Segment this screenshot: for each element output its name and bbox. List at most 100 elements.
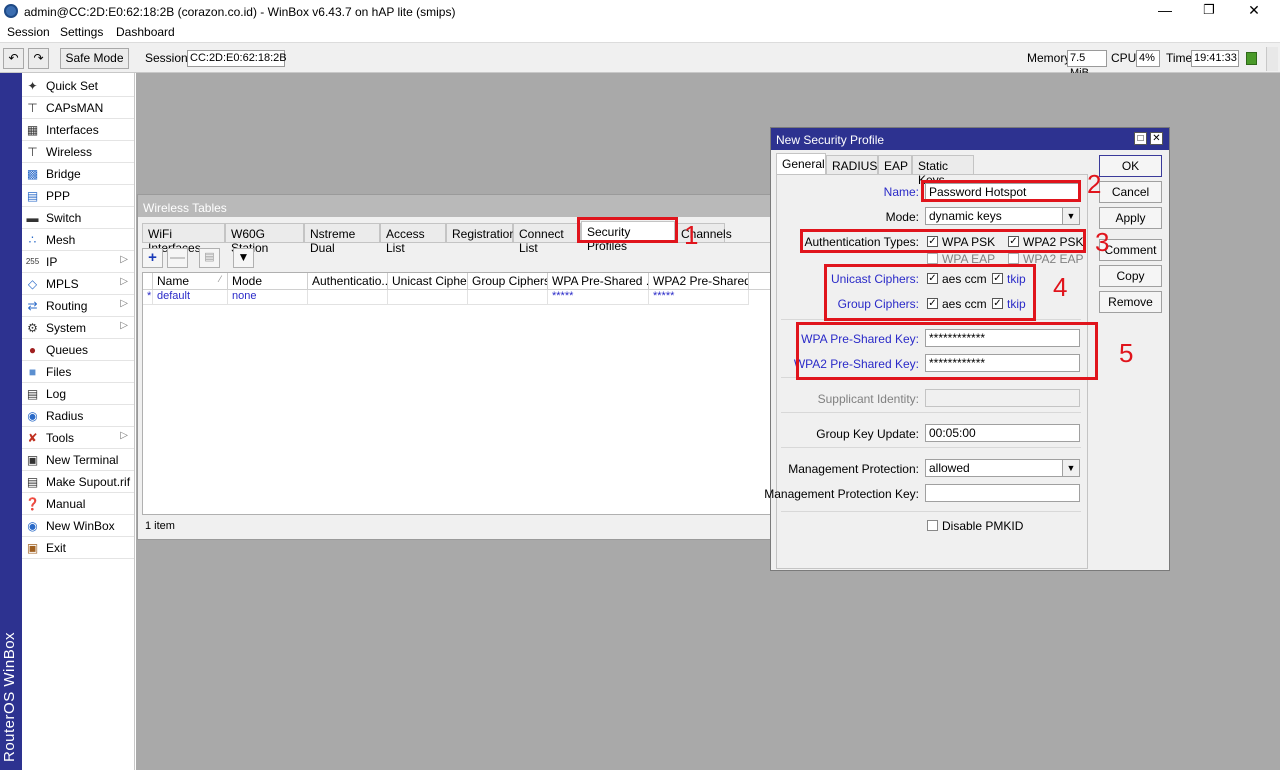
ip-icon: 255 (25, 257, 40, 266)
security-profiles-table: Name ⁄ Mode Authenticatio... Unicast Ciph… (142, 272, 775, 515)
tab-eap[interactable]: EAP (878, 155, 912, 175)
section-divider (781, 412, 1081, 413)
apply-button[interactable]: Apply (1099, 207, 1162, 229)
sidebar-item-label: System (46, 321, 87, 335)
tools-icon: ✘ (27, 431, 38, 445)
redo-icon: ↷ (33, 51, 44, 65)
comment-icon: ▤ (204, 251, 215, 263)
title-bar: admin@CC:2D:E0:62:18:2B (corazon.co.id) … (0, 0, 1280, 23)
sidebar-item-mpls[interactable]: ◇ MPLS ▷ (22, 273, 134, 295)
tab-registration[interactable]: Registration (446, 223, 516, 243)
maximize-icon[interactable]: ❐ (1199, 2, 1219, 18)
menu-session[interactable]: Session (7, 25, 50, 39)
menu-dashboard[interactable]: Dashboard (116, 25, 175, 39)
sidebar-item-make-supout[interactable]: ▤ Make Supout.rif (22, 471, 134, 493)
sidebar-item-log[interactable]: ▤ Log (22, 383, 134, 405)
sidebar-item-manual[interactable]: ❓ Manual (22, 493, 134, 515)
sidebar-item-mesh[interactable]: ∴ Mesh (22, 229, 134, 251)
sidebar-item-capsman[interactable]: ⊤ CAPsMAN (22, 97, 134, 119)
comment-button[interactable]: ▤ (199, 248, 220, 268)
remove-button[interactable]: — (167, 248, 188, 268)
tab-general[interactable]: General (776, 153, 826, 175)
sidebar-item-label: Routing (46, 299, 88, 313)
group-key-update-field[interactable]: 00:05:00 (925, 424, 1080, 442)
supplicant-identity-field[interactable] (925, 389, 1080, 407)
row-name[interactable]: default (153, 290, 228, 305)
disable-pmkid-checkbox[interactable] (927, 520, 938, 531)
toolbar-scrollbar[interactable] (1266, 47, 1278, 71)
row-unicast[interactable] (388, 290, 468, 305)
column-header-label: Name (157, 274, 190, 288)
minimize-icon[interactable]: — (1155, 2, 1175, 18)
sidebar-item-switch[interactable]: ▬ Switch (22, 207, 134, 229)
dropdown-arrow-icon[interactable]: ▼ (1062, 208, 1079, 224)
sidebar-item-new-winbox[interactable]: ◉ New WinBox (22, 515, 134, 537)
sidebar-item-exit[interactable]: ▣ Exit (22, 537, 134, 559)
redo-button[interactable]: ↷ (28, 48, 49, 69)
column-header-group-ciphers[interactable]: Group Ciphers (468, 273, 548, 290)
add-button[interactable]: + (142, 248, 163, 268)
sidebar-item-radius[interactable]: ◉ Radius (22, 405, 134, 427)
tab-connect-list[interactable]: Connect List (513, 223, 581, 255)
row-group[interactable] (468, 290, 548, 305)
sidebar-item-ppp[interactable]: ▤ PPP (22, 185, 134, 207)
dropdown-arrow-icon[interactable]: ▼ (1062, 460, 1079, 476)
row-wpa-key[interactable]: ***** (548, 290, 649, 305)
column-header-mode[interactable]: Mode (228, 273, 308, 290)
tab-w60g-station[interactable]: W60G Station (225, 223, 304, 255)
dialog-maximize-icon[interactable]: □ (1134, 132, 1147, 145)
tab-radius[interactable]: RADIUS (826, 155, 878, 175)
sidebar-item-interfaces[interactable]: ▦ Interfaces (22, 119, 134, 141)
sidebar-item-tools[interactable]: ✘ Tools ▷ (22, 427, 134, 449)
row-auth[interactable] (308, 290, 388, 305)
mode-label: Mode: (885, 210, 919, 224)
row-flag[interactable]: * (143, 290, 153, 305)
filter-button[interactable]: ▼ (233, 248, 254, 268)
sidebar-item-files[interactable]: ■ Files (22, 361, 134, 383)
annotation-box-3 (800, 229, 1086, 253)
tab-channels[interactable]: Channels (675, 223, 732, 243)
safe-mode-button[interactable]: Safe Mode (60, 48, 129, 69)
dialog-close-icon[interactable]: ✕ (1150, 132, 1163, 145)
flag-column-header (143, 273, 153, 290)
mode-select[interactable]: dynamic keys ▼ (925, 207, 1080, 225)
column-header-unicast-ciphers[interactable]: Unicast Ciphers (388, 273, 468, 290)
menu-settings[interactable]: Settings (60, 25, 103, 39)
tab-nstreme-dual[interactable]: Nstreme Dual (304, 223, 380, 255)
sidebar-item-wireless[interactable]: ⊤ Wireless (22, 141, 134, 163)
ppp-icon: ▤ (26, 189, 39, 203)
row-mode[interactable]: none (228, 290, 308, 305)
remove-button[interactable]: Remove (1099, 291, 1162, 313)
sidebar-item-routing[interactable]: ⇄ Routing ▷ (22, 295, 134, 317)
mgmt-protection-key-field[interactable] (925, 484, 1080, 502)
wpa2-eap-checkbox[interactable] (1008, 253, 1019, 264)
sidebar-item-queues[interactable]: ● Queues (22, 339, 134, 361)
mgmt-protection-select[interactable]: allowed ▼ (925, 459, 1080, 477)
cancel-button[interactable]: Cancel (1099, 181, 1162, 203)
close-icon[interactable]: ✕ (1244, 2, 1264, 19)
gear-icon: ⚙ (27, 321, 38, 335)
column-header-wpa2-key[interactable]: WPA2 Pre-Shared... (649, 273, 749, 290)
column-header-authentication[interactable]: Authenticatio... (308, 273, 388, 290)
sidebar-item-label: Radius (46, 409, 84, 423)
wpa-eap-checkbox[interactable] (927, 253, 938, 264)
sidebar-item-bridge[interactable]: ▩ Bridge (22, 163, 134, 185)
tab-wifi-interfaces[interactable]: WiFi Interfaces (142, 223, 225, 255)
copy-button[interactable]: Copy (1099, 265, 1162, 287)
undo-icon: ↶ (8, 51, 19, 65)
undo-button[interactable]: ↶ (3, 48, 24, 69)
cpu-meter-icon (1246, 52, 1257, 65)
tab-static-keys[interactable]: Static Keys (912, 155, 974, 187)
sidebar-item-ip[interactable]: 255 IP ▷ (22, 251, 134, 273)
window-title: admin@CC:2D:E0:62:18:2B (corazon.co.id) … (24, 5, 456, 19)
sidebar-item-system[interactable]: ⚙ System ▷ (22, 317, 134, 339)
sidebar-item-quick-set[interactable]: ✦ Quick Set (22, 75, 134, 97)
row-wpa2-key[interactable]: ***** (649, 290, 749, 305)
sidebar-item-new-terminal[interactable]: ▣ New Terminal (22, 449, 134, 471)
ok-button[interactable]: OK (1099, 155, 1162, 177)
tab-access-list[interactable]: Access List (380, 223, 446, 255)
column-header-name[interactable]: Name ⁄ (153, 273, 228, 290)
mgmt-protection-label: Management Protection: (788, 462, 919, 476)
session-label: Session: (145, 51, 192, 65)
column-header-wpa-key[interactable]: WPA Pre-Shared ... (548, 273, 649, 290)
